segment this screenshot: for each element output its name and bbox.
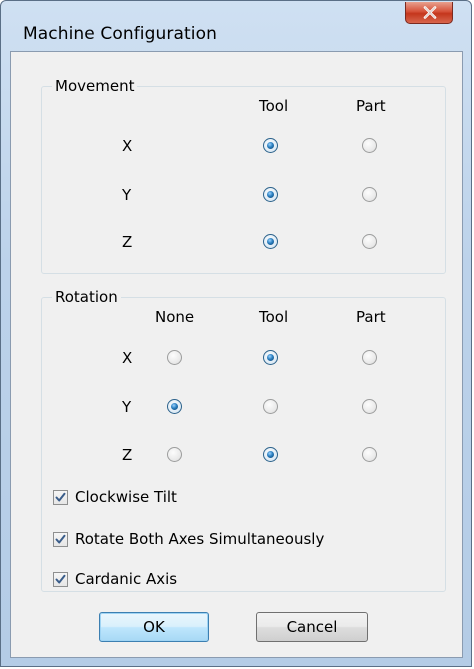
movement-row-y-label: Y (122, 186, 132, 204)
movement-row-x-label: X (122, 137, 133, 155)
rotation-row-x-label: X (122, 349, 133, 367)
cardanic-axis-checkbox[interactable] (53, 572, 68, 587)
rotation-col-tool: Tool (259, 308, 289, 326)
movement-x-tool-radio[interactable] (263, 138, 278, 153)
dialog-window: Machine Configuration Movement Tool Part… (0, 0, 472, 667)
clockwise-tilt-checkbox[interactable] (53, 490, 68, 505)
rotation-x-part-radio[interactable] (362, 350, 377, 365)
rotation-z-tool-radio[interactable] (263, 447, 278, 462)
movement-y-tool-radio[interactable] (263, 187, 278, 202)
movement-z-tool-radio[interactable] (263, 234, 278, 249)
movement-y-part-radio[interactable] (362, 187, 377, 202)
rotation-row-z-label: Z (122, 446, 133, 464)
rotation-z-none-radio[interactable] (167, 447, 182, 462)
movement-group: Movement Tool Part X Y Z (41, 77, 446, 274)
movement-x-part-radio[interactable] (362, 138, 377, 153)
rotation-y-tool-radio[interactable] (263, 399, 278, 414)
close-icon (423, 6, 437, 19)
movement-group-label: Movement (52, 77, 138, 95)
cardanic-axis-label[interactable]: Cardanic Axis (75, 570, 177, 588)
ok-button[interactable]: OK (99, 612, 209, 642)
rotation-x-none-radio[interactable] (167, 350, 182, 365)
rotate-both-axes-label[interactable]: Rotate Both Axes Simultaneously (75, 530, 324, 548)
rotation-y-part-radio[interactable] (362, 399, 377, 414)
movement-col-part: Part (356, 97, 386, 115)
checkmark-icon (55, 534, 66, 544)
rotation-group-label: Rotation (52, 288, 121, 306)
movement-col-tool: Tool (259, 97, 289, 115)
clockwise-tilt-label[interactable]: Clockwise Tilt (75, 488, 177, 506)
rotation-y-none-radio[interactable] (167, 399, 182, 414)
movement-z-part-radio[interactable] (362, 234, 377, 249)
rotate-both-axes-checkbox[interactable] (53, 532, 68, 547)
rotation-z-part-radio[interactable] (362, 447, 377, 462)
close-button[interactable] (405, 2, 453, 24)
movement-row-z-label: Z (122, 233, 133, 251)
checkmark-icon (55, 574, 66, 584)
cancel-button[interactable]: Cancel (256, 612, 368, 642)
rotation-col-none: None (155, 308, 195, 326)
rotation-x-tool-radio[interactable] (263, 350, 278, 365)
checkmark-icon (55, 492, 66, 502)
rotation-col-part: Part (356, 308, 386, 326)
window-title: Machine Configuration (23, 24, 217, 44)
dialog-client-area: Movement Tool Part X Y Z Rotation None T… (10, 51, 463, 658)
rotation-group: Rotation None Tool Part X Y Z Clockwise (41, 288, 446, 592)
title-bar[interactable]: Machine Configuration (1, 1, 471, 49)
rotation-row-y-label: Y (122, 398, 132, 416)
